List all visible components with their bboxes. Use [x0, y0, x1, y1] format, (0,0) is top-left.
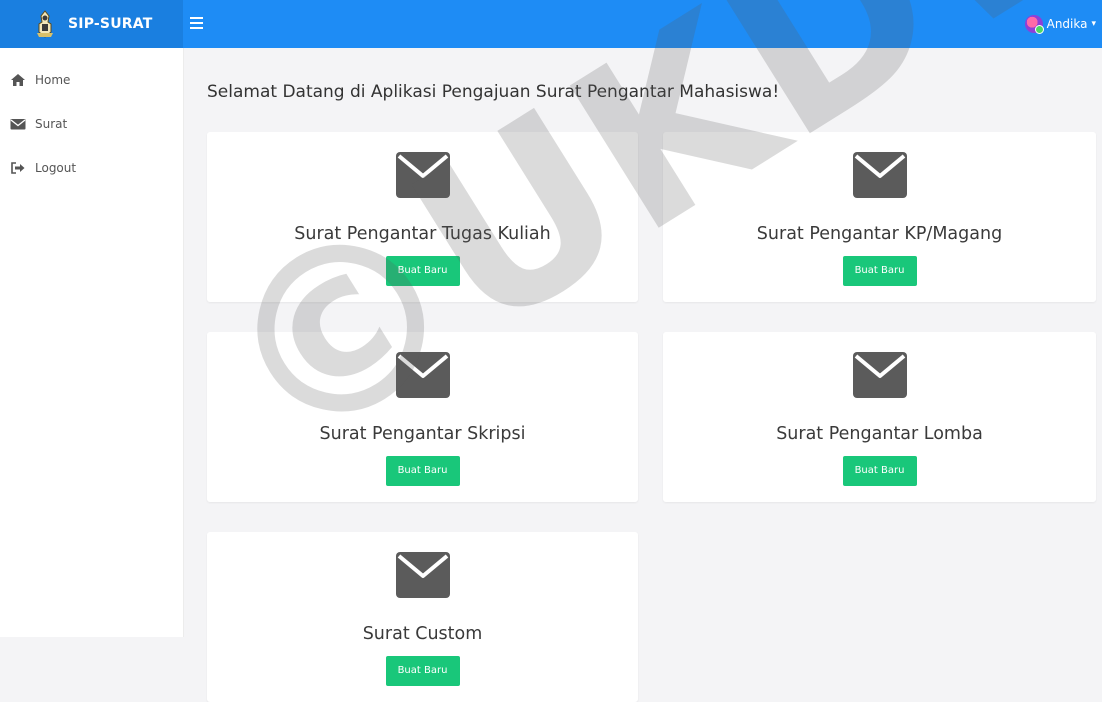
logout-icon [11, 162, 25, 174]
buat-baru-button[interactable]: Buat Baru [842, 456, 917, 486]
buat-baru-button[interactable]: Buat Baru [385, 456, 460, 486]
card-title: Surat Pengantar Skripsi [319, 424, 526, 444]
brand[interactable]: SIP-SURAT [0, 0, 183, 48]
card-title: Surat Pengantar Lomba [776, 424, 983, 444]
home-icon [11, 74, 25, 86]
sidebar-item-surat[interactable]: Surat [10, 114, 67, 134]
sidebar-item-logout[interactable]: Logout [10, 158, 76, 178]
envelope-icon [10, 119, 26, 130]
buat-baru-button[interactable]: Buat Baru [385, 656, 460, 686]
sidebar-item-label: Logout [35, 161, 77, 175]
envelope-icon [395, 552, 450, 598]
top-navbar: SIP-SURAT Andika ▾ [0, 0, 1102, 48]
app-name: SIP-SURAT [68, 16, 153, 32]
letter-card-skripsi: Surat Pengantar Skripsi Buat Baru [207, 332, 638, 502]
letter-card-custom: Surat Custom Buat Baru [207, 532, 638, 702]
letter-card-lomba: Surat Pengantar Lomba Buat Baru [663, 332, 1096, 502]
envelope-icon [852, 152, 907, 198]
user-menu[interactable]: Andika ▾ [1024, 13, 1096, 35]
letter-card-tugas-kuliah: Surat Pengantar Tugas Kuliah Buat Baru [207, 132, 638, 302]
page-title: Selamat Datang di Aplikasi Pengajuan Sur… [207, 82, 780, 102]
envelope-icon [395, 152, 450, 198]
university-logo-icon [37, 10, 53, 38]
sidebar-item-label: Surat [35, 117, 68, 131]
buat-baru-button[interactable]: Buat Baru [385, 256, 460, 286]
card-title: Surat Pengantar KP/Magang [756, 224, 1003, 244]
user-name: Andika [1046, 17, 1088, 31]
card-title: Surat Pengantar Tugas Kuliah [294, 224, 551, 244]
card-title: Surat Custom [362, 624, 483, 644]
sidebar: Home Surat Logout [0, 48, 184, 637]
buat-baru-button[interactable]: Buat Baru [842, 256, 917, 286]
envelope-icon [852, 352, 907, 398]
main-content: Selamat Datang di Aplikasi Pengajuan Sur… [183, 48, 1102, 702]
chevron-down-icon: ▾ [1091, 19, 1096, 29]
hamburger-icon[interactable] [190, 14, 210, 34]
sidebar-item-label: Home [35, 73, 71, 87]
letter-card-kp-magang: Surat Pengantar KP/Magang Buat Baru [663, 132, 1096, 302]
avatar [1024, 15, 1044, 34]
sidebar-item-home[interactable]: Home [10, 70, 70, 90]
envelope-icon [395, 352, 450, 398]
